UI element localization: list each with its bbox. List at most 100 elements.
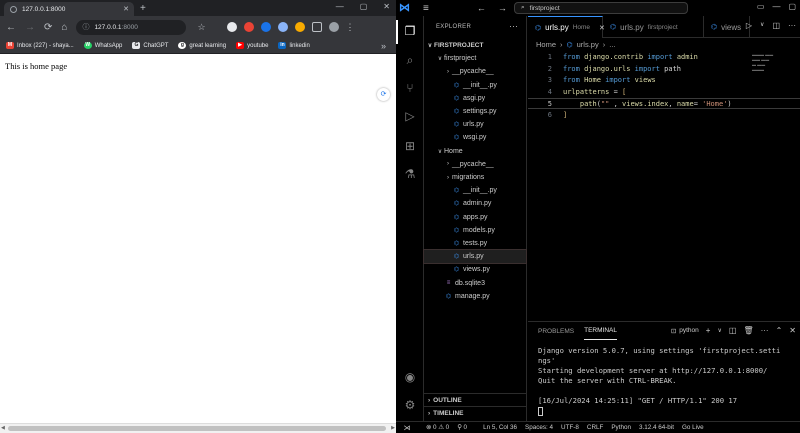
trash-icon[interactable]: 🗑 (743, 326, 753, 335)
account-icon[interactable]: ◉ (402, 369, 418, 385)
more-actions-icon[interactable]: ··· (788, 21, 796, 30)
site-info-icon[interactable]: ⓘ (82, 22, 89, 32)
floating-extension-icon[interactable]: ⟳ (377, 88, 390, 101)
minimize-icon[interactable]: — (772, 2, 780, 11)
new-terminal-icon[interactable]: + (706, 326, 711, 335)
bookmark-linkedin[interactable]: in linkedin (278, 42, 310, 49)
scrollbar-thumb[interactable] (8, 426, 386, 431)
split-terminal-icon[interactable]: ◫ (729, 326, 737, 335)
status-ports[interactable]: ⚲ 0 (457, 424, 467, 431)
extension-icon-2[interactable] (243, 22, 254, 32)
extensions-puzzle-icon[interactable] (311, 22, 322, 32)
bookmark-great-learning[interactable]: g great learning (178, 42, 226, 49)
tree-folder[interactable]: ∨ Home (424, 145, 526, 158)
timeline-section[interactable]: › TIMELINE (424, 406, 526, 419)
tree-file[interactable]: ⌬ urls.py (424, 118, 526, 131)
scroll-left-icon[interactable]: ◀ (1, 425, 5, 431)
bookmark-chatgpt[interactable]: G ChatGPT (132, 42, 168, 49)
tree-file[interactable]: ⌬ apps.py (424, 211, 526, 224)
forward-icon[interactable]: → (25, 22, 35, 33)
status-indentation[interactable]: Spaces: 4 (525, 424, 553, 431)
tab-firstproject-urls[interactable]: ⌬ urls.py firstproject (603, 16, 704, 38)
tab-problems[interactable]: PROBLEMS (538, 322, 574, 340)
extension-icon-5[interactable] (294, 22, 305, 32)
terminal-output[interactable]: Django version 5.0.7, using settings 'fi… (538, 346, 796, 416)
extension-icon-3[interactable] (260, 22, 271, 32)
profile-avatar[interactable] (328, 22, 339, 32)
tree-folder[interactable]: › migrations (424, 171, 526, 184)
status-cursor-position[interactable]: Ln 5, Col 36 (483, 424, 517, 431)
maximize-icon[interactable]: ▢ (788, 2, 796, 11)
extension-icon-4[interactable] (277, 22, 288, 32)
tree-file[interactable]: ⌬ models.py (424, 224, 526, 237)
browser-tab[interactable]: 127.0.0.1:8000 ✕ (4, 2, 134, 16)
back-icon[interactable]: ← (6, 22, 16, 33)
tree-file[interactable]: ⌬ asgi.py (424, 92, 526, 105)
code-line[interactable]: 3 from Home import views (528, 75, 800, 86)
more-bookmarks-icon[interactable]: » (381, 41, 386, 51)
tree-folder[interactable]: › __pycache__ (424, 65, 526, 78)
outline-section[interactable]: › OUTLINE (424, 393, 526, 406)
extension-icon-1[interactable] (226, 22, 237, 32)
browser-menu-icon[interactable]: ⋮ (346, 22, 355, 33)
tree-file[interactable]: ⌬ __init__.py (424, 184, 526, 197)
maximize-icon[interactable]: ▢ (360, 2, 368, 11)
tree-file[interactable]: ≡ db.sqlite3 (424, 277, 526, 290)
tree-root[interactable]: ∨ FIRSTPROJECT (424, 39, 526, 52)
remote-icon[interactable]: ⋊ (396, 424, 418, 432)
horizontal-scrollbar[interactable]: ◀ ▶ (0, 423, 396, 433)
status-encoding[interactable]: UTF-8 (561, 424, 579, 431)
code-line[interactable]: 6] (528, 110, 800, 121)
tree-file[interactable]: ⌬ settings.py (424, 105, 526, 118)
command-center-search[interactable]: ⌕ firstproject (514, 2, 688, 14)
maximize-panel-icon[interactable]: ⌃ (776, 326, 783, 335)
close-tab-icon[interactable]: ✕ (123, 5, 129, 13)
status-language[interactable]: Python (611, 424, 631, 431)
tree-file[interactable]: ⌬ tests.py (424, 237, 526, 250)
status-interpreter[interactable]: 3.12.4 64-bit (639, 424, 674, 431)
bookmark-whatsapp[interactable]: W WhatsApp (83, 42, 122, 49)
minimize-icon[interactable]: — (336, 2, 344, 11)
more-actions-icon[interactable]: ··· (761, 326, 769, 335)
split-editor-icon[interactable]: ◫ (772, 21, 780, 30)
scroll-right-icon[interactable]: ▶ (391, 425, 395, 431)
source-control-icon[interactable]: ⑂ (402, 80, 418, 96)
breadcrumb-symbols[interactable]: ... (609, 40, 615, 49)
testing-icon[interactable]: ⚗ (402, 166, 418, 182)
tree-file[interactable]: ⌬ urls.py (423, 249, 527, 265)
layout-icon[interactable]: ▭ (757, 2, 765, 11)
run-dropdown-icon[interactable]: ∨ (760, 21, 764, 30)
tree-file[interactable]: ⌬ __init__.py (424, 79, 526, 92)
extensions-icon[interactable]: ⊞ (402, 138, 418, 154)
address-bar[interactable]: ⓘ 127.0.0.1:8000 (76, 19, 187, 35)
status-go-live[interactable]: Go Live (682, 424, 704, 431)
gear-icon[interactable]: ⚙ (402, 397, 418, 413)
terminal-shell-selector[interactable]: ⊡ python (671, 327, 699, 335)
breadcrumb-folder[interactable]: Home (536, 40, 556, 49)
code-line[interactable]: 4 urlpatterns = [ (528, 87, 800, 98)
bookmark-star-icon[interactable]: ☆ (197, 22, 205, 33)
bookmark-gmail[interactable]: M Inbox (227) - shaya... (6, 42, 74, 49)
tree-file[interactable]: ⌬ manage.py (424, 290, 526, 303)
tab-views[interactable]: ⌬ views (704, 16, 750, 38)
forward-arrow-icon[interactable]: → (498, 3, 507, 13)
back-arrow-icon[interactable]: ← (477, 3, 486, 13)
status-eol[interactable]: CRLF (587, 424, 603, 431)
code-editor[interactable]: 1 from django.contrib import admin 2 from d… (528, 52, 800, 320)
minimap[interactable]: ▬▬▬ ▬▬ ▬▬ ▬▬ ▬ ▬▬ ▬▬▬ (752, 52, 792, 72)
code-line[interactable]: 5 path("" , views.index, name= 'Home') (528, 98, 800, 109)
home-icon[interactable]: ⌂ (61, 22, 67, 33)
terminal-prompt[interactable] (538, 406, 796, 416)
menu-icon[interactable]: ≡ (423, 3, 429, 14)
run-debug-icon[interactable]: ▷ (402, 108, 418, 124)
tab-home-urls[interactable]: ⌬ urls.py Home ✕ (528, 16, 605, 38)
close-panel-icon[interactable]: ✕ (789, 326, 796, 335)
tree-folder[interactable]: ∨ firstproject (424, 52, 526, 65)
more-actions-icon[interactable]: ··· (509, 21, 518, 31)
new-tab-button[interactable]: + (140, 3, 146, 14)
tree-file[interactable]: ⌬ views.py (424, 263, 526, 276)
terminal-dropdown-icon[interactable]: ∨ (717, 327, 721, 334)
status-problems[interactable]: ⊗ 0 ⚠ 0 (426, 424, 449, 431)
breadcrumb-file[interactable]: urls.py (577, 40, 599, 49)
explorer-icon[interactable]: ❐ (402, 23, 418, 39)
